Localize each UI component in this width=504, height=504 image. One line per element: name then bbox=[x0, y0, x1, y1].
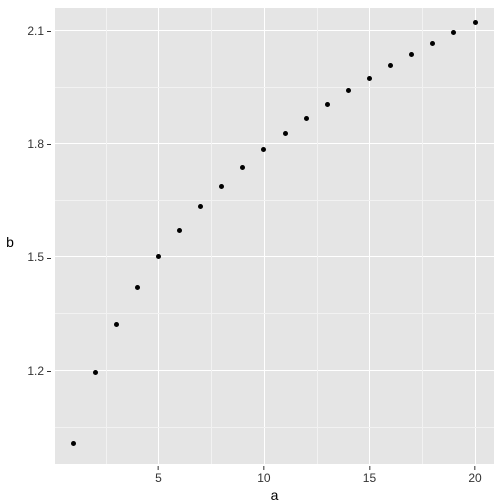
data-point bbox=[240, 165, 245, 170]
grid-v-major bbox=[264, 8, 265, 464]
grid-h-major bbox=[55, 256, 494, 257]
data-point bbox=[304, 116, 309, 121]
grid-v-minor bbox=[422, 8, 423, 464]
x-tick: 10 bbox=[257, 466, 270, 485]
grid-h-major bbox=[55, 370, 494, 371]
y-tick: 1.5 bbox=[27, 250, 51, 264]
x-tick: 20 bbox=[468, 466, 481, 485]
data-point bbox=[451, 30, 456, 35]
y-axis-ticks: 1.2 1.5 1.8 2.1 bbox=[18, 8, 53, 464]
data-point bbox=[346, 88, 351, 93]
y-axis-label: b bbox=[2, 0, 18, 484]
data-point bbox=[388, 63, 393, 68]
data-point bbox=[177, 228, 182, 233]
data-point bbox=[325, 102, 330, 107]
grid-v-minor bbox=[317, 8, 318, 464]
grid-h-major bbox=[55, 143, 494, 144]
y-tick: 1.2 bbox=[27, 364, 51, 378]
x-axis-ticks: 5 10 15 20 bbox=[55, 466, 494, 484]
y-tick: 2.1 bbox=[27, 24, 51, 38]
data-point bbox=[473, 20, 478, 25]
data-point bbox=[283, 131, 288, 136]
data-point bbox=[367, 76, 372, 81]
data-point bbox=[156, 254, 161, 259]
data-point bbox=[430, 41, 435, 46]
grid-h-minor bbox=[55, 87, 494, 88]
grid-v-major bbox=[475, 8, 476, 464]
plot-panel bbox=[55, 8, 494, 464]
y-tick: 1.8 bbox=[27, 137, 51, 151]
x-axis-label: a bbox=[55, 486, 494, 504]
x-tick: 5 bbox=[155, 466, 162, 485]
scatter-chart: b 1.2 1.5 1.8 2.1 5 10 15 20 a bbox=[0, 0, 504, 504]
grid-h-minor bbox=[55, 427, 494, 428]
data-point bbox=[135, 285, 140, 290]
data-point bbox=[219, 184, 224, 189]
data-point bbox=[409, 52, 414, 57]
grid-v-minor bbox=[211, 8, 212, 464]
x-tick: 15 bbox=[363, 466, 376, 485]
grid-v-major bbox=[158, 8, 159, 464]
grid-h-minor bbox=[55, 313, 494, 314]
data-point bbox=[93, 370, 98, 375]
grid-h-minor bbox=[55, 200, 494, 201]
data-point bbox=[114, 322, 119, 327]
data-point bbox=[71, 441, 76, 446]
data-point bbox=[261, 147, 266, 152]
data-point bbox=[198, 204, 203, 209]
grid-h-major bbox=[55, 30, 494, 31]
grid-v-minor bbox=[106, 8, 107, 464]
